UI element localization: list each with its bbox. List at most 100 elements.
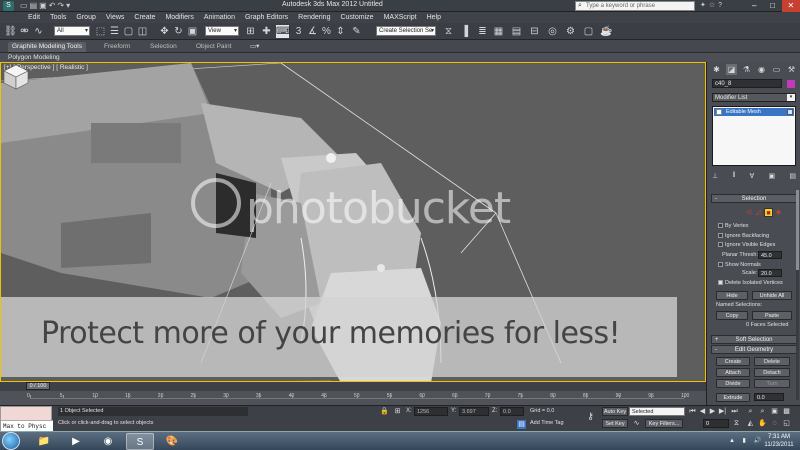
copy-button[interactable]: Copy <box>716 311 748 320</box>
key-mode-select[interactable]: Selected <box>629 407 685 416</box>
key-filters-button[interactable]: Key Filters... <box>645 419 683 428</box>
layer-manager-icon[interactable]: ≣ <box>476 25 489 38</box>
maxscript-mini-listener[interactable]: Max to Physc <box>0 406 53 432</box>
vertex-level-icon[interactable]: ∙ <box>734 208 743 217</box>
scale-input[interactable]: 20.0 <box>758 269 782 277</box>
menu-modifiers[interactable]: Modifiers <box>165 12 193 23</box>
object-name-field[interactable]: c40_8 <box>712 79 782 88</box>
max-logo-icon[interactable]: S <box>3 1 14 11</box>
mirror-icon[interactable]: ⧖ <box>442 25 455 38</box>
media-player-icon[interactable]: ▶ <box>62 433 90 450</box>
render-production-icon[interactable]: ☕ <box>600 25 613 38</box>
remove-modifier-icon[interactable]: ▣ <box>769 172 776 182</box>
timeline-ruler[interactable]: 0510152025303540455055606570758085909510… <box>27 391 689 399</box>
selection-lock-icon[interactable]: 🔒 <box>380 407 389 416</box>
go-to-end-icon[interactable]: ⏭ <box>730 407 739 416</box>
face-level-icon[interactable]: ◿ <box>754 208 763 217</box>
menu-help[interactable]: Help <box>427 12 441 23</box>
configure-sets-icon[interactable]: ▤ <box>789 172 796 182</box>
orbit-icon[interactable]: ◌ <box>770 419 779 428</box>
new-icon[interactable]: ▭ <box>20 1 30 10</box>
menu-tools[interactable]: Tools <box>50 12 66 23</box>
tab-freeform[interactable]: Freeform <box>104 42 130 52</box>
percent-snap-icon[interactable]: % <box>320 25 333 38</box>
y-coord-input[interactable]: 3.697 <box>459 407 489 416</box>
angle-snap-icon[interactable]: ∡ <box>306 25 319 38</box>
time-tag-icon[interactable]: ▤ <box>517 420 526 429</box>
save-icon[interactable]: ▣ <box>39 1 49 10</box>
menu-create[interactable]: Create <box>134 12 155 23</box>
turn-button[interactable]: Turn <box>754 379 790 388</box>
x-coord-input[interactable]: 1256 <box>414 407 448 416</box>
firefox-icon[interactable]: ◉ <box>94 433 122 450</box>
scrollbar-thumb[interactable] <box>796 190 799 270</box>
previous-frame-icon[interactable]: ◀ <box>698 407 707 416</box>
expand-icon[interactable] <box>716 109 722 115</box>
system-tray-icons[interactable]: ▲ ▮ 🔊 <box>729 437 764 444</box>
rotate-icon[interactable]: ↻ <box>172 25 185 38</box>
field-of-view-icon[interactable]: ◭ <box>746 419 755 428</box>
paste-button[interactable]: Paste <box>752 311 792 320</box>
key-icon[interactable]: ⚷ <box>586 412 595 421</box>
open-icon[interactable]: ▤ <box>30 1 40 10</box>
hide-button[interactable]: Hide <box>716 291 748 300</box>
select-object-icon[interactable]: ⬚ <box>94 25 107 38</box>
schematic-view-icon[interactable]: ⊟ <box>528 25 541 38</box>
help-icon[interactable]: ? <box>718 2 725 9</box>
menu-rendering[interactable]: Rendering <box>298 12 330 23</box>
object-color-swatch[interactable] <box>787 80 795 88</box>
auto-key-button[interactable]: Auto Key <box>602 407 628 416</box>
tab-selection[interactable]: Selection <box>150 42 177 52</box>
select-by-name-icon[interactable]: ☰ <box>108 25 121 38</box>
planar-thresh-input[interactable]: 45.0 <box>758 251 782 259</box>
add-time-tag-text[interactable]: Add Time Tag <box>530 419 564 428</box>
zoom-icon[interactable]: ⌕ <box>746 407 755 416</box>
divide-button[interactable]: Divide <box>716 379 750 388</box>
window-crossing-icon[interactable]: ◫ <box>136 25 149 38</box>
menu-edit[interactable]: Edit <box>28 12 40 23</box>
show-end-result-icon[interactable]: ‖ <box>732 172 735 182</box>
named-selection-select[interactable]: Create Selection Se ▾ <box>376 26 436 36</box>
ignore-backfacing-checkbox[interactable]: Ignore Backfacing <box>718 232 769 240</box>
paint-icon[interactable]: 🎨 <box>158 433 186 450</box>
select-manipulate-icon[interactable]: ✚ <box>260 25 273 38</box>
absolute-mode-icon[interactable]: ⊞ <box>393 407 402 416</box>
unhide-all-button[interactable]: Unhide All <box>752 291 792 300</box>
keyboard-shortcut-override-icon[interactable]: ⌨ <box>276 25 290 38</box>
link-icon[interactable]: ⛓ <box>4 25 17 38</box>
time-slider[interactable]: 0 / 100 <box>0 382 706 391</box>
next-frame-icon[interactable]: ▶| <box>718 407 727 416</box>
search-input[interactable]: ⌕ Type a keyword or phrase <box>575 1 695 11</box>
delete-isolated-vertices-checkbox[interactable]: Delete Isolated Vertices <box>718 279 783 287</box>
reference-coordinate-select[interactable]: View ▾ <box>205 26 239 36</box>
align-icon[interactable]: ▐ <box>458 25 471 38</box>
taskbar-clock[interactable]: 7:31 AM 11/23/2011 <box>762 433 796 449</box>
current-frame-input[interactable]: 0 <box>703 419 729 428</box>
zoom-all-icon[interactable]: ⌕ <box>758 407 767 416</box>
hold-icon[interactable]: ▾ <box>66 1 72 10</box>
spinner-snap-icon[interactable]: ⇕ <box>334 25 347 38</box>
render-frame-icon[interactable]: ▢ <box>582 25 595 38</box>
communication-icon[interactable]: ✦ <box>700 2 709 9</box>
graphite-toggle-icon[interactable]: ▦ <box>492 25 505 38</box>
zoom-extents-all-icon[interactable]: ▩ <box>782 407 791 416</box>
selection-rollout-header[interactable]: - Selection <box>711 194 797 203</box>
material-editor-icon[interactable]: ◎ <box>546 25 559 38</box>
soft-selection-rollout-header[interactable]: + Soft Selection <box>711 335 797 344</box>
command-panel-scrollbar[interactable] <box>796 190 799 400</box>
light-bulb-icon[interactable] <box>787 109 793 115</box>
perspective-viewport[interactable]: [+] [ Perspective ] [ Realistic ] photob… <box>0 62 706 382</box>
key-mode-toggle-icon[interactable]: ⧖ <box>732 419 741 428</box>
scale-icon[interactable]: ▣ <box>186 25 199 38</box>
by-vertex-checkbox[interactable]: By Vertex <box>718 222 749 230</box>
quick-access-toolbar[interactable]: ▭▤▣↶↷▾ <box>20 1 72 10</box>
move-icon[interactable]: ✥ <box>158 25 171 38</box>
time-slider-thumb[interactable]: 0 / 100 <box>26 382 50 390</box>
curve-editor-icon[interactable]: ▤ <box>510 25 523 38</box>
element-level-icon[interactable]: ◈ <box>774 208 783 217</box>
menu-maxscript[interactable]: MAXScript <box>384 12 417 23</box>
create-button[interactable]: Create <box>716 357 750 366</box>
motion-tab-icon[interactable]: ◉ <box>756 64 767 75</box>
zoom-extents-icon[interactable]: ▣ <box>770 407 779 416</box>
hierarchy-tab-icon[interactable]: ⚗ <box>741 64 752 75</box>
